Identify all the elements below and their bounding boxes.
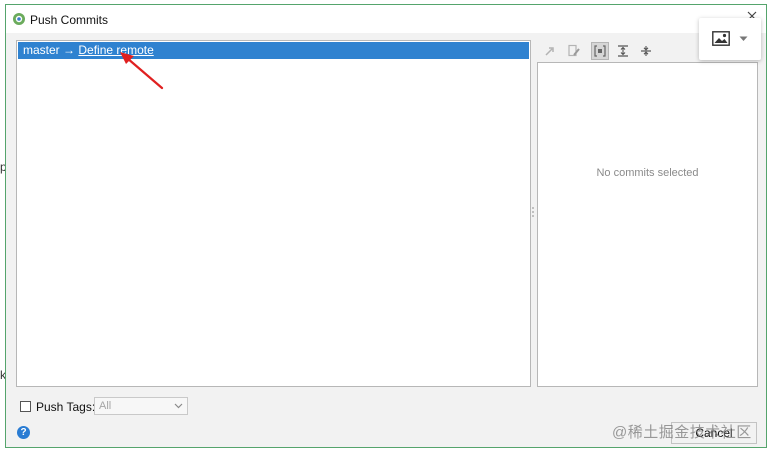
android-studio-icon	[13, 13, 25, 25]
chevron-down-icon	[739, 36, 748, 41]
pane-splitter-handle[interactable]	[530, 205, 536, 219]
cherry-pick-button[interactable]	[542, 42, 560, 60]
commit-details-panel: No commits selected	[537, 62, 758, 387]
branch-row-selected[interactable]: master → Define remote	[18, 42, 529, 59]
arrow-glyph: →	[63, 43, 76, 57]
annotation-arrow	[120, 52, 164, 90]
collapse-all-button[interactable]	[637, 42, 655, 60]
dialog-title: Push Commits	[30, 13, 109, 27]
help-icon[interactable]: ?	[17, 426, 30, 439]
edit-source-button[interactable]	[565, 42, 583, 60]
image-icon	[712, 31, 730, 46]
commits-tree[interactable]: master → Define remote	[16, 40, 531, 387]
title-bar: Push Commits	[6, 5, 766, 33]
edit-source-icon	[568, 44, 580, 57]
chevron-down-icon	[174, 403, 183, 409]
push-tags-row: Push Tags: All	[20, 397, 756, 417]
cherry-pick-icon	[545, 47, 554, 56]
push-tags-label: Push Tags:	[36, 400, 96, 414]
group-by-button[interactable]	[591, 42, 609, 60]
details-toolbar	[538, 40, 658, 62]
expand-all-button[interactable]	[614, 42, 632, 60]
watermark: @稀土掘金技术社区	[612, 424, 752, 441]
empty-state-text: No commits selected	[596, 167, 699, 179]
branch-name: master	[23, 43, 60, 57]
collapse-all-icon	[641, 46, 651, 56]
group-by-icon	[594, 45, 606, 57]
expand-all-icon	[618, 45, 628, 57]
push-tags-checkbox[interactable]	[20, 401, 31, 412]
push-tags-select[interactable]: All	[94, 397, 188, 415]
image-tool-popup[interactable]	[699, 18, 761, 60]
push-tags-selected-value: All	[99, 400, 112, 412]
